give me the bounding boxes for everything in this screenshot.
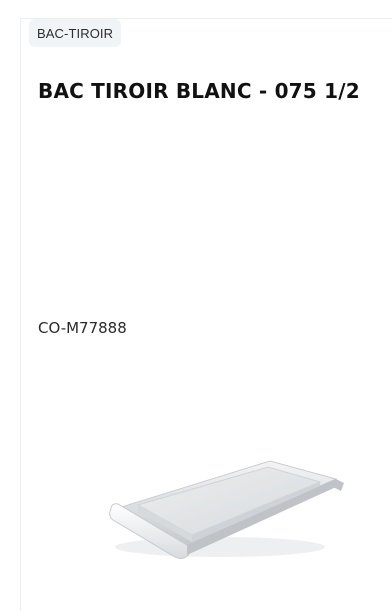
product-reference: CO-M77888 xyxy=(38,319,127,337)
product-title[interactable]: BAC TIROIR BLANC - 075 1/2 xyxy=(38,74,368,109)
product-card[interactable]: BAC-TIROIR BAC TIROIR BLANC - 075 1/2 CO… xyxy=(20,18,392,611)
category-badge: BAC-TIROIR xyxy=(29,19,122,47)
drawer-tray-icon xyxy=(109,460,344,559)
product-image[interactable] xyxy=(95,421,345,571)
